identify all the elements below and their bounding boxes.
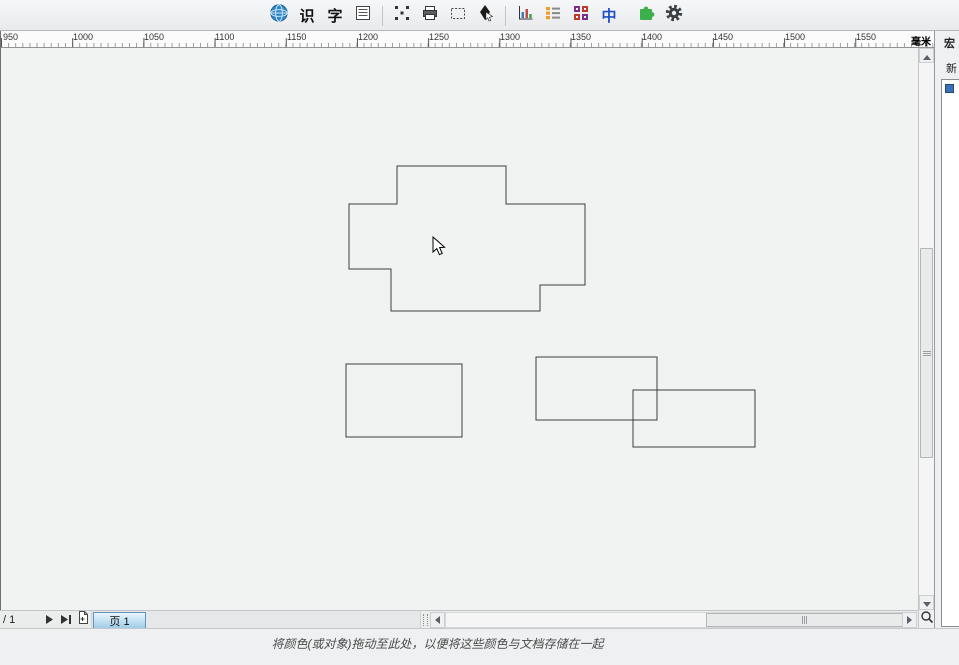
list-icon [354,4,372,27]
ruler-tick-label: 950 [3,32,18,42]
qr-grid-button[interactable] [568,3,594,29]
ocr-shi-button[interactable]: 识 [294,3,320,29]
printer-icon [421,4,439,27]
horizontal-ruler: 950 1000 1050 1100 1150 1200 1250 1300 1… [0,31,934,48]
macro-project-list[interactable] [941,79,959,627]
ruler-tick-label: 1500 [785,32,805,42]
nodes-button[interactable] [389,3,415,29]
ruler-tick-label: 1550 [856,32,876,42]
drawing-canvas[interactable] [0,48,918,610]
last-page-button[interactable] [59,612,74,627]
orange-list-button[interactable] [540,3,566,29]
ruler-tick-label: 1250 [429,32,449,42]
thumb-grip [923,353,931,354]
page-indicator: / 1 [3,614,15,626]
zhong-label: 中 [601,5,616,26]
orange-list-icon [544,4,562,27]
qr-grid-icon [572,4,590,27]
globe-button[interactable] [266,3,292,29]
globe-icon [269,3,289,28]
scroll-down-button[interactable] [919,595,934,610]
tabstrip-splitter-handle[interactable] [423,614,428,626]
gear-icon [664,3,684,28]
macro-project-icon [945,84,954,93]
scroll-up-button[interactable] [919,48,934,63]
ocr-zi-button[interactable]: 字 [322,3,348,29]
chart-button[interactable] [512,3,538,29]
marquee-button[interactable] [445,3,471,29]
ruler-tick-label: 1300 [500,32,520,42]
scroll-right-button[interactable] [902,612,917,628]
vertical-scroll-thumb[interactable] [920,248,933,458]
page-tab-label: 页 1 [109,613,129,629]
docker-tab-macro[interactable]: 宏 [944,35,955,51]
plugin-button[interactable] [633,3,659,29]
ruler-tick-label: 1100 [215,32,234,42]
ruler-tick-label: 1200 [358,32,378,42]
nodes-icon [393,4,411,27]
ruler-tick-label: 1400 [642,32,662,42]
horizontal-scroll-thumb[interactable] [706,613,903,627]
triangle-left-icon [435,611,440,629]
page-tab-1[interactable]: 页 1 [93,612,146,629]
zoom-tool-button[interactable] [918,610,934,628]
next-page-button[interactable] [42,612,57,627]
zhong-button[interactable]: 中 [596,3,622,29]
ruler-tick-label: 1350 [571,32,591,42]
toolbar-separator [505,6,506,26]
ruler-tick-label: 1000 [73,32,93,42]
last-page-icon [61,611,72,629]
diamond-cursor-icon [477,4,495,27]
green-puzzle-icon [636,3,656,28]
docker-new-button[interactable]: 新 [946,60,957,76]
thumb-grip [804,616,805,624]
main-toolbar: 识 字 中 [0,0,959,31]
add-page-button[interactable] [76,612,91,627]
macro-docker-panel: 宏 新 [934,31,959,628]
print-button[interactable] [417,3,443,29]
triangle-right-icon [907,611,912,629]
add-page-icon [77,610,90,630]
settings-button[interactable] [661,3,687,29]
page-navigation-bar: / 1 页 1 [0,610,918,628]
ocr-shi-label: 识 [299,5,314,26]
ocr-zi-label: 字 [327,5,342,26]
list-button[interactable] [350,3,376,29]
marquee-icon [449,4,467,27]
chart-icon [516,4,534,27]
page-tab-strip: 页 1 [91,611,421,629]
status-bar: 将颜色(或对象)拖动至此处，以便将这些颜色与文档存储在一起 [0,628,959,665]
toolbar-icon-row: 识 字 中 [266,2,687,29]
ruler-tick-label: 1450 [713,32,733,42]
ruler-tick-label: 1050 [144,32,164,42]
pick-tool-button[interactable] [473,3,499,29]
window-left-edge [0,31,1,628]
toolbar-separator [382,6,383,26]
status-hint-text: 将颜色(或对象)拖动至此处，以便将这些颜色与文档存储在一起 [0,635,875,652]
next-page-icon [45,611,54,629]
scroll-left-button[interactable] [430,612,445,628]
magnifier-icon [920,610,934,629]
ruler-tick-label: 1150 [287,32,306,42]
vertical-scrollbar[interactable] [918,48,934,610]
mouse-cursor [432,236,446,257]
triangle-up-icon [923,47,931,65]
